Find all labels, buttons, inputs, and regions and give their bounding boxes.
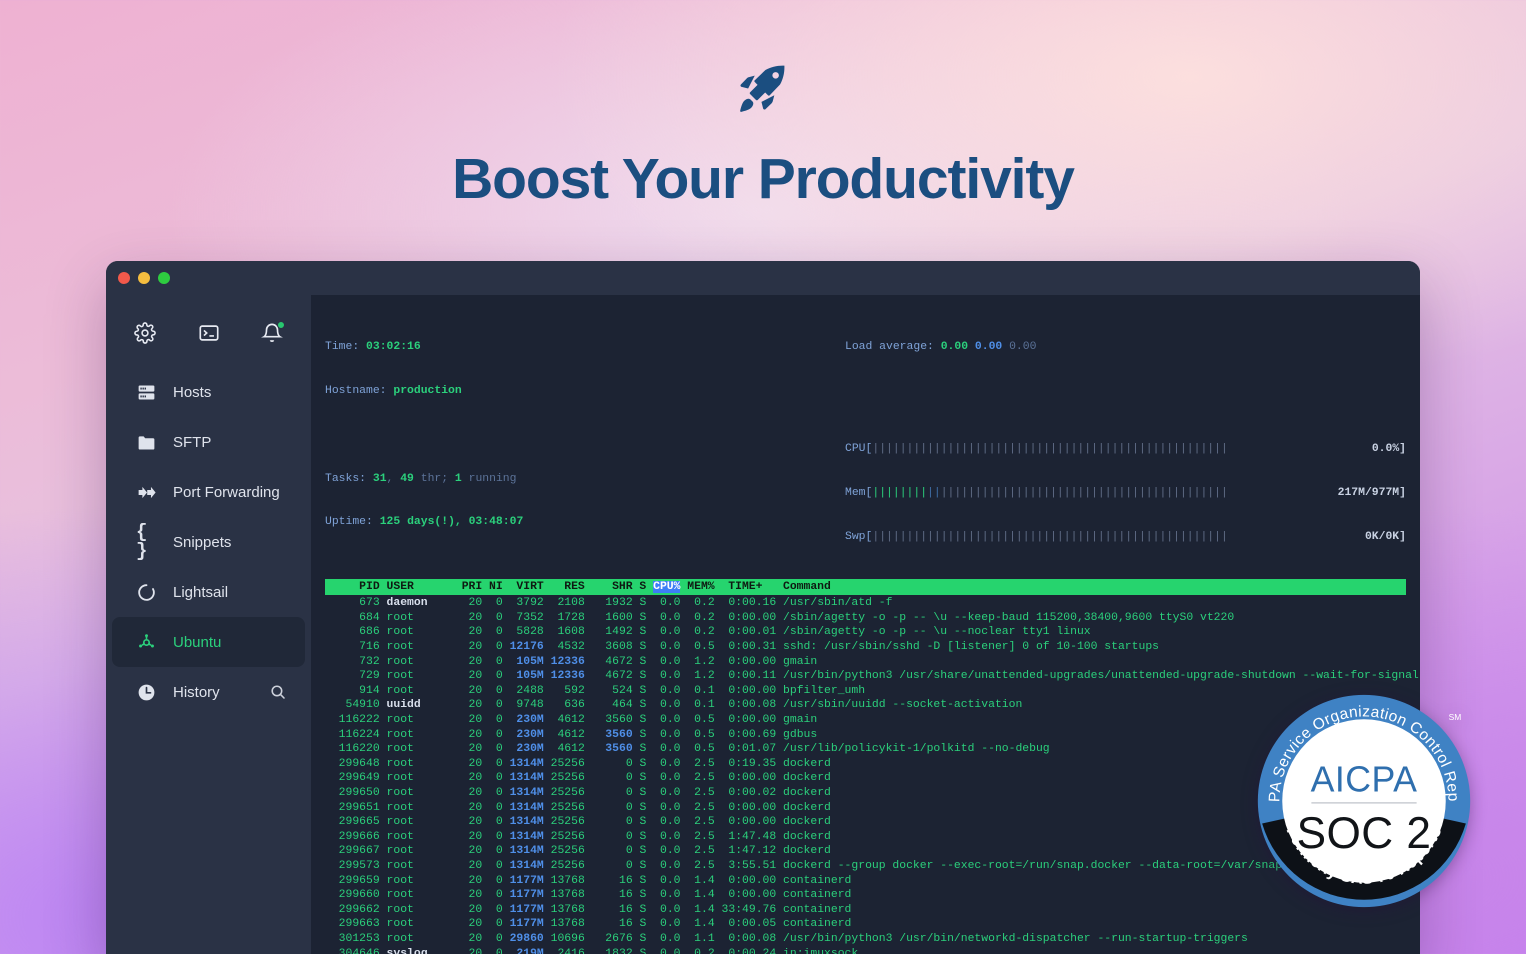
process-row[interactable]: 673 daemon 20 0 3792 2108 1932 S 0.0 0.2… (325, 596, 1406, 611)
sidebar-item-label: Port Forwarding (173, 484, 287, 501)
process-row[interactable]: 299667 root 20 0 1314M 25256 0 S 0.0 2.5… (325, 844, 1406, 859)
swp-meter-label: Swp (845, 530, 866, 545)
folder-icon (136, 432, 157, 453)
arrow-forward-icon (136, 482, 157, 503)
server-icon (136, 382, 157, 403)
sidebar-item-history[interactable]: History (112, 667, 305, 717)
summary-spacer (325, 428, 845, 443)
swp-meter-value: 0K/0K (1365, 530, 1399, 545)
process-row[interactable]: 686 root 20 0 5828 1608 1492 S 0.0 0.2 0… (325, 625, 1406, 640)
mem-meter-label: Mem (845, 486, 866, 501)
process-row[interactable]: 299573 root 20 0 1314M 25256 0 S 0.0 2.5… (325, 859, 1406, 874)
sidebar-item-label: Hosts (173, 384, 287, 401)
htop-summary-left: Time: 03:02:16 Hostname: production Task… (325, 311, 845, 574)
page-title: Boost Your Productivity (0, 146, 1526, 212)
window-body: Hosts SFTP (106, 295, 1420, 954)
process-row[interactable]: 299659 root 20 0 1177M 13768 16 S 0.0 1.… (325, 874, 1406, 889)
process-row[interactable]: 299650 root 20 0 1314M 25256 0 S 0.0 2.5… (325, 786, 1406, 801)
sidebar-item-label: History (173, 684, 253, 701)
mem-meter-value: 217M/977M (1338, 486, 1400, 501)
soc2-compliance-badge: AICPA Service Organization Control Repor… (1248, 692, 1480, 910)
process-row[interactable]: 299651 root 20 0 1314M 25256 0 S 0.0 2.5… (325, 801, 1406, 816)
process-row[interactable]: 716 root 20 0 12176 4532 3608 S 0.0 0.5 … (325, 640, 1406, 655)
soc2-center-soc2: SOC 2 (1297, 809, 1432, 858)
ubuntu-icon (136, 632, 157, 653)
process-row[interactable]: 299666 root 20 0 1314M 25256 0 S 0.0 2.5… (325, 830, 1406, 845)
clock-icon (136, 682, 157, 703)
process-row[interactable]: 301253 root 20 0 29860 10696 2676 S 0.0 … (325, 932, 1406, 947)
mem-meter: Mem[||||||||||||||||||||||||||||||||||||… (845, 486, 1406, 501)
htop-summary-right: Load average: 0.00 0.00 0.00 CPU[|||||||… (845, 311, 1406, 574)
process-row[interactable]: 54910 uuidd 20 0 9748 636 464 S 0.0 0.1 … (325, 698, 1406, 713)
close-button[interactable] (118, 272, 130, 284)
process-row[interactable]: 299662 root 20 0 1177M 13768 16 S 0.0 1.… (325, 903, 1406, 918)
app-window: Hosts SFTP (106, 261, 1420, 954)
process-row[interactable]: 732 root 20 0 105M 12336 4672 S 0.0 1.2 … (325, 655, 1406, 670)
hero-section: Boost Your Productivity (0, 0, 1526, 212)
search-icon[interactable] (269, 683, 287, 701)
process-row[interactable]: 684 root 20 0 7352 1728 1600 S 0.0 0.2 0… (325, 611, 1406, 626)
time-line: Time: 03:02:16 (325, 340, 845, 355)
hostname-line: Hostname: production (325, 384, 845, 399)
cpu-meter-value: 0.0% (1372, 442, 1399, 457)
notifications-bell-icon[interactable] (261, 322, 283, 344)
process-table-header[interactable]: PID USER PRI NI VIRT RES SHR S CPU% MEM%… (325, 579, 1406, 596)
uptime-line: Uptime: 125 days(!), 03:48:07 (325, 515, 845, 530)
process-row[interactable]: 299649 root 20 0 1314M 25256 0 S 0.0 2.5… (325, 771, 1406, 786)
process-row[interactable]: 914 root 20 0 2488 592 524 S 0.0 0.1 0:0… (325, 684, 1406, 699)
process-row[interactable]: 116222 root 20 0 230M 4612 3560 S 0.0 0.… (325, 713, 1406, 728)
maximize-button[interactable] (158, 272, 170, 284)
sidebar-item-label: Ubuntu (173, 634, 287, 651)
notification-badge (277, 321, 285, 329)
process-table-body[interactable]: 673 daemon 20 0 3792 2108 1932 S 0.0 0.2… (325, 596, 1406, 954)
process-row[interactable]: 299663 root 20 0 1177M 13768 16 S 0.0 1.… (325, 917, 1406, 932)
sidebar-item-ubuntu[interactable]: Ubuntu (112, 617, 305, 667)
swp-meter: Swp[||||||||||||||||||||||||||||||||||||… (845, 530, 1406, 545)
mem-meter-track: ||||||||||||||||||||||||||||||||||||||||… (872, 486, 1337, 501)
htop-summary: Time: 03:02:16 Hostname: production Task… (325, 311, 1406, 574)
hostname-value: production (393, 385, 461, 397)
cpu-meter-label: CPU (845, 442, 866, 457)
cpu-meter-track: ||||||||||||||||||||||||||||||||||||||||… (872, 442, 1371, 457)
sidebar-item-label: SFTP (173, 434, 287, 451)
process-row[interactable]: 299665 root 20 0 1314M 25256 0 S 0.0 2.5… (325, 815, 1406, 830)
sidebar-item-hosts[interactable]: Hosts (112, 367, 305, 417)
soc2-service-mark: SM (1449, 712, 1462, 722)
swp-meter-track: ||||||||||||||||||||||||||||||||||||||||… (872, 530, 1365, 545)
process-row[interactable]: 116220 root 20 0 230M 4612 3560 S 0.0 0.… (325, 742, 1406, 757)
sidebar-toolbar (106, 307, 311, 353)
terminal-icon[interactable] (198, 322, 220, 344)
cpu-meter: CPU[||||||||||||||||||||||||||||||||||||… (845, 442, 1406, 457)
sidebar-item-sftp[interactable]: SFTP (112, 417, 305, 467)
sidebar: Hosts SFTP (106, 295, 311, 954)
gear-icon[interactable] (134, 322, 156, 344)
minimize-button[interactable] (138, 272, 150, 284)
process-row[interactable]: 304646 syslog 20 0 219M 2416 1832 S 0.0 … (325, 947, 1406, 954)
sidebar-item-port-forwarding[interactable]: Port Forwarding (112, 467, 305, 517)
process-row[interactable]: 299648 root 20 0 1314M 25256 0 S 0.0 2.5… (325, 757, 1406, 772)
tasks-line: Tasks: 31, 49 thr; 1 running (325, 472, 845, 487)
meters-spacer (845, 384, 1406, 399)
traffic-lights (118, 272, 170, 284)
sidebar-item-label: Snippets (173, 534, 287, 551)
process-row[interactable]: 299660 root 20 0 1177M 13768 16 S 0.0 1.… (325, 888, 1406, 903)
process-row[interactable]: 729 root 20 0 105M 12336 4672 S 0.0 1.2 … (325, 669, 1406, 684)
load-average-line: Load average: 0.00 0.00 0.00 (845, 340, 1406, 355)
process-row[interactable]: 116224 root 20 0 230M 4612 3560 S 0.0 0.… (325, 728, 1406, 743)
time-value: 03:02:16 (366, 341, 421, 353)
braces-icon: { } (136, 532, 157, 553)
sidebar-nav: Hosts SFTP (106, 367, 311, 717)
rocket-icon (0, 56, 1526, 118)
sidebar-item-snippets[interactable]: { } Snippets (112, 517, 305, 567)
window-titlebar (106, 261, 1420, 295)
soc2-center-aicpa: AICPA (1311, 760, 1418, 800)
sidebar-item-label: Lightsail (173, 584, 287, 601)
sidebar-item-lightsail[interactable]: Lightsail (112, 567, 305, 617)
spinner-icon (136, 582, 157, 603)
